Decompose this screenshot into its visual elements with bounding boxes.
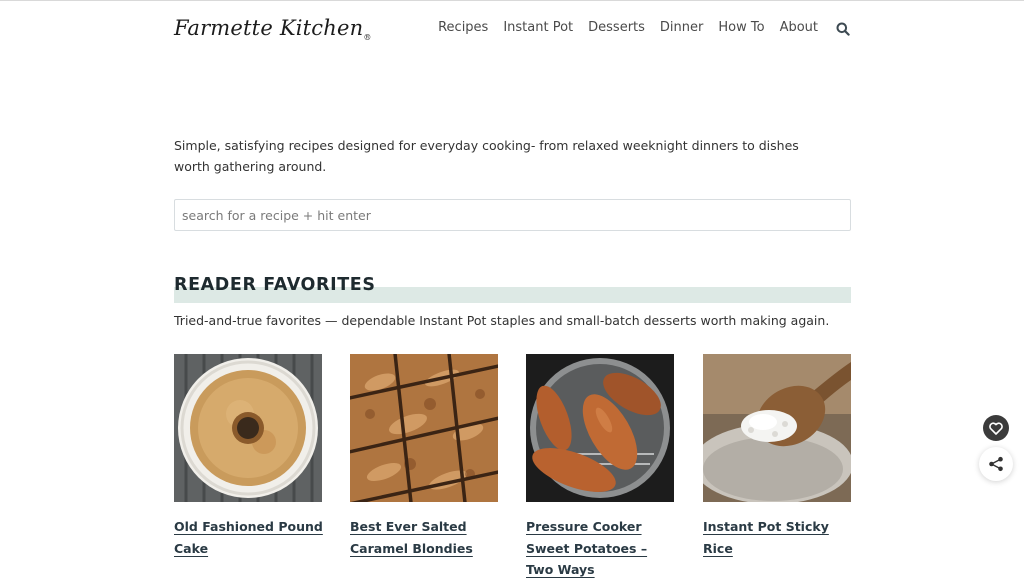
top-border [0,0,1024,1]
search-icon[interactable] [836,21,850,36]
nav-item-recipes[interactable]: Recipes [438,20,488,35]
logo-text: Farmette Kitchen [174,16,364,40]
nav-item-about[interactable]: About [780,20,818,35]
sweet-potatoes-image[interactable] [526,354,674,502]
nav-item-how-to[interactable]: How To [718,20,764,35]
site-header: Farmette Kitchen® Recipes Instant Pot De… [174,14,850,46]
recipe-search-input[interactable] [175,200,850,230]
sticky-rice-image[interactable] [703,354,851,502]
recipe-search-box [174,199,851,231]
heart-icon[interactable] [983,415,1009,441]
intro-text: Simple, satisfying recipes designed for … [174,138,799,174]
nav-item-dinner[interactable]: Dinner [660,20,703,35]
pound-cake-image[interactable] [174,354,322,502]
recipe-card: Old Fashioned Pound Cake [174,354,324,559]
recipe-title-link[interactable]: Pressure Cooker Sweet Potatoes – Two Way… [526,516,676,578]
recipe-card: Instant Pot Sticky Rice [703,354,851,559]
reader-favorites-description: Tried-and-true favorites — dependable In… [174,313,830,328]
recipe-card: Pressure Cooker Sweet Potatoes – Two Way… [526,354,674,578]
recipe-title-link[interactable]: Best Ever Salted Caramel Blondies [350,516,500,559]
site-logo[interactable]: Farmette Kitchen® [174,16,372,42]
logo-registered-mark: ® [363,33,372,43]
recipe-card: Best Ever Salted Caramel Blondies [350,354,498,559]
share-icon[interactable] [979,447,1013,481]
blondies-image[interactable] [350,354,498,502]
recipe-title-link[interactable]: Instant Pot Sticky Rice [703,516,853,559]
reader-favorites-heading: READER FAVORITES [174,275,376,295]
recipe-title-link[interactable]: Old Fashioned Pound Cake [174,516,324,559]
main-nav: Recipes Instant Pot Desserts Dinner How … [423,20,850,36]
nav-item-instant-pot[interactable]: Instant Pot [503,20,573,35]
nav-item-desserts[interactable]: Desserts [588,20,645,35]
